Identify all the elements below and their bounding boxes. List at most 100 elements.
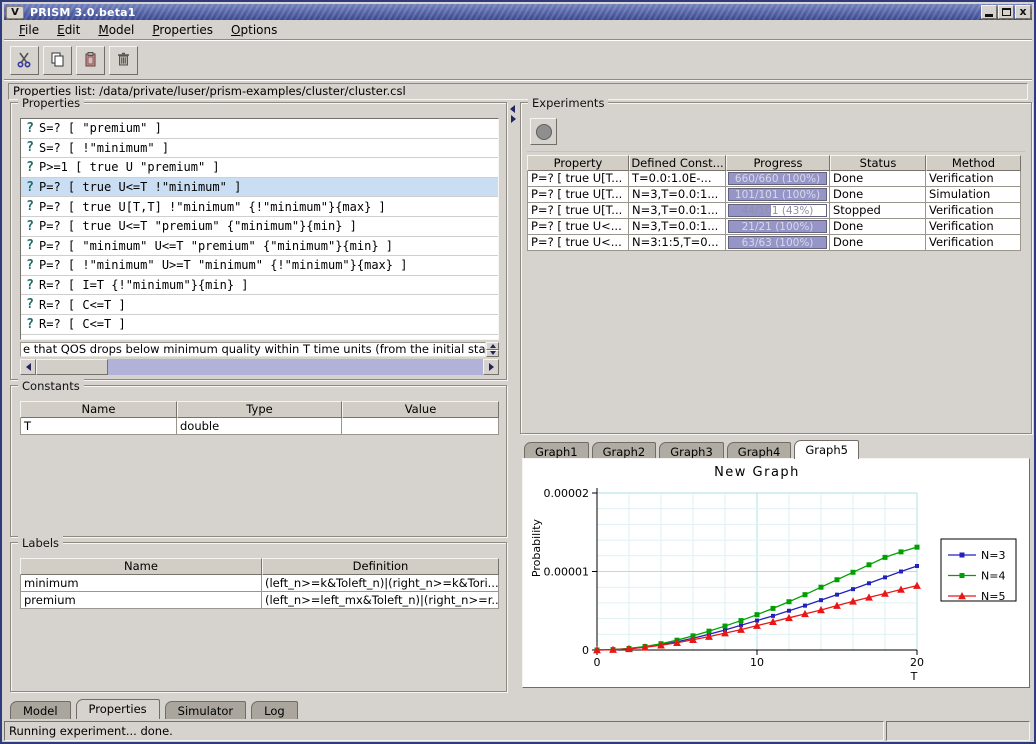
tab-graph5[interactable]: Graph5 (794, 440, 859, 459)
property-row[interactable]: ?S=? [ !"minimum" ] (21, 139, 498, 159)
question-icon: ? (21, 180, 39, 195)
stop-experiment-button[interactable] (530, 118, 557, 145)
column-header[interactable]: Property (527, 155, 629, 171)
column-header[interactable]: Method (926, 155, 1021, 171)
property-text: R=? [ C<=T ] (39, 298, 126, 312)
graph-panel: Graph1Graph2Graph3Graph4Graph5 00.000010… (520, 439, 1032, 690)
title-bar[interactable]: V PRISM 3.0.beta1 x (4, 4, 1032, 20)
minimize-button[interactable] (981, 5, 997, 19)
table-row[interactable]: minimum(left_n>=k&Toleft_n)|(right_n>=k&… (20, 575, 499, 592)
table-row[interactable]: Tdouble (20, 418, 499, 435)
column-header[interactable]: Defined Const... (629, 155, 726, 171)
data-point (913, 582, 921, 589)
data-point (835, 577, 840, 582)
y-tick-label: 0.00001 (544, 566, 590, 579)
arrow-right-icon (489, 363, 494, 371)
cell: T (20, 418, 177, 435)
constants-group: Constants NameTypeValueTdouble (10, 385, 507, 537)
cell (342, 418, 499, 435)
data-point (851, 570, 856, 575)
menu-file[interactable]: File (10, 21, 48, 39)
property-row[interactable]: ?R=? [ I=T {!"minimum"}{min} ] (21, 276, 498, 296)
scroll-left-button[interactable] (20, 359, 36, 375)
menu-model[interactable]: Model (89, 21, 143, 39)
x-axis-label: T (910, 670, 918, 682)
scroll-right-button[interactable] (483, 359, 499, 375)
data-point (851, 587, 855, 591)
spinner-down-button[interactable] (486, 350, 499, 358)
progress-label: 44/101 (43%) (729, 205, 826, 217)
property-row[interactable]: ?R=? [ C<=T ] (21, 315, 498, 335)
tab-model[interactable]: Model (10, 701, 71, 719)
property-row[interactable]: ?P=? [ !"minimum" U>=T "minimum" {!"mini… (21, 256, 498, 276)
tab-simulator[interactable]: Simulator (165, 701, 247, 719)
graph-content: 00.000010.0000201020New GraphTProbabilit… (522, 458, 1030, 688)
maximize-button[interactable] (998, 5, 1014, 19)
cell: N=3:1:5,T=0... (629, 235, 726, 251)
cell: premium (20, 592, 262, 609)
column-header[interactable]: Status (830, 155, 926, 171)
column-header[interactable]: Definition (262, 558, 499, 575)
menu-properties[interactable]: Properties (143, 21, 222, 39)
scrollbar-thumb[interactable] (36, 359, 108, 375)
tab-graph3[interactable]: Graph3 (659, 442, 724, 459)
cell: T=0.0:1.0E-... (629, 171, 726, 187)
experiments-table: PropertyDefined Const...ProgressStatusMe… (527, 155, 1021, 251)
horizontal-scrollbar[interactable] (20, 359, 499, 375)
experiment-row[interactable]: P=? [ true U<...N=3,T=0.0:1...21/21 (100… (527, 219, 1021, 235)
comment-spinner (486, 342, 499, 357)
experiment-row[interactable]: P=? [ true U[T...N=3,T=0.0:1...101/101 (… (527, 187, 1021, 203)
column-header[interactable]: Name (20, 401, 177, 418)
properties-group-title: Properties (18, 96, 84, 110)
column-header[interactable]: Type (177, 401, 342, 418)
minimize-icon (985, 14, 993, 17)
delete-button[interactable] (109, 46, 138, 75)
table-row[interactable]: premium(left_n>=left_mx&Toleft_n)|(right… (20, 592, 499, 609)
column-header[interactable]: Progress (726, 155, 830, 171)
status-bar-secondary (886, 721, 1030, 741)
tab-graph2[interactable]: Graph2 (592, 442, 657, 459)
experiment-row[interactable]: P=? [ true U[T...N=3,T=0.0:1...44/101 (4… (527, 203, 1021, 219)
property-list[interactable]: ?S=? [ "premium" ]?S=? [ !"minimum" ]?P>… (20, 118, 499, 340)
copy-button[interactable] (43, 46, 72, 75)
arrow-down-icon (490, 351, 496, 355)
maximize-icon (1002, 8, 1011, 16)
menu-edit[interactable]: Edit (48, 21, 89, 39)
data-point (960, 553, 965, 558)
property-row[interactable]: ?S=? [ "premium" ] (21, 119, 498, 139)
collapse-right-icon[interactable] (511, 115, 516, 123)
tab-graph1[interactable]: Graph1 (524, 442, 589, 459)
question-icon: ? (21, 199, 39, 214)
close-button[interactable]: x (1015, 5, 1031, 19)
property-text: R=? [ I=T {!"minimum"}{min} ] (39, 278, 249, 292)
cut-button[interactable] (10, 46, 39, 75)
column-header[interactable]: Value (342, 401, 499, 418)
menu-options[interactable]: Options (222, 21, 286, 39)
column-header[interactable]: Name (20, 558, 262, 575)
property-row[interactable]: ?P=? [ true U[T,T] !"minimum" {!"minimum… (21, 197, 498, 217)
collapse-left-icon[interactable] (510, 105, 515, 113)
tab-properties[interactable]: Properties (76, 699, 160, 719)
property-row[interactable]: ?P=? [ "minimum" U<=T "premium" {"minimu… (21, 237, 498, 257)
paste-button[interactable] (76, 46, 105, 75)
properties-list-path: Properties list: /data/private/luser/pri… (8, 83, 1028, 100)
experiment-row[interactable]: P=? [ true U[T...T=0.0:1.0E-...660/660 (… (527, 171, 1021, 187)
tab-graph4[interactable]: Graph4 (727, 442, 792, 459)
experiment-row[interactable]: P=? [ true U<...N=3:1:5,T=0...63/63 (100… (527, 235, 1021, 251)
split-divider[interactable] (507, 102, 520, 698)
cell: (left_n>=left_mx&Toleft_n)|(right_n>=r..… (262, 592, 499, 609)
window-frame: V PRISM 3.0.beta1 x FileEditModelPropert… (0, 0, 1036, 744)
stop-circle-icon (535, 123, 553, 141)
cell: Verification (926, 219, 1021, 235)
property-row[interactable]: ?P=? [ true U<=T !"minimum" ] (21, 178, 498, 198)
cell: Done (830, 235, 926, 251)
data-point (771, 606, 776, 611)
tab-log[interactable]: Log (251, 701, 298, 719)
property-row[interactable]: ?P>=1 [ true U "premium" ] (21, 158, 498, 178)
window-menu-button[interactable]: V (6, 6, 24, 19)
spinner-up-button[interactable] (486, 342, 499, 350)
property-row[interactable]: ?R=? [ C<=T ] (21, 295, 498, 315)
arrow-left-icon (26, 363, 31, 371)
toolbar (4, 42, 1032, 80)
property-row[interactable]: ?P=? [ true U<=T "premium" {"minimum"}{m… (21, 217, 498, 237)
